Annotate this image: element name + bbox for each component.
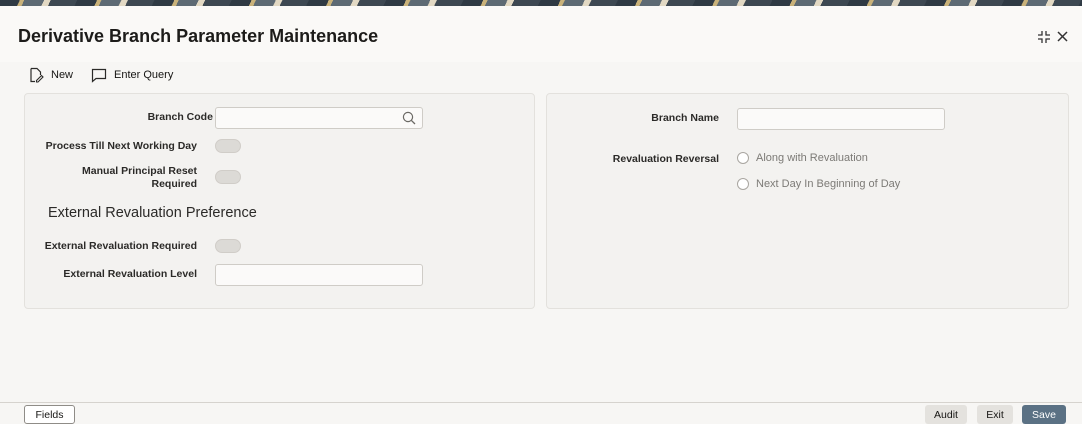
new-label: New [51,69,74,81]
process-till-next-working-day-label: Process Till Next Working Day [45,140,197,152]
main-parameters-panel: Branch Code* Process Till Next Working D… [24,93,535,309]
enter-query-button[interactable]: Enter Query [91,68,173,83]
manual-principal-reset-toggle[interactable] [215,170,241,184]
save-button[interactable]: Save [1022,405,1066,424]
external-revaluation-level-input[interactable] [215,264,423,286]
external-revaluation-required-label: External Revaluation Required [44,240,197,252]
minimize-icon[interactable] [1037,30,1051,47]
close-icon[interactable] [1056,30,1069,46]
radio-button[interactable] [737,178,749,190]
branch-code-input[interactable] [215,107,423,129]
new-document-icon [30,67,44,83]
query-bubble-icon [91,68,107,83]
toolbar: New Enter Query [28,66,173,84]
new-button[interactable]: New [28,67,73,83]
branch-details-panel: Branch Name Revaluation Reversal Along w… [546,93,1069,309]
audit-button[interactable]: Audit [925,405,967,424]
radio-button[interactable] [737,152,749,164]
radio-next-day-beginning-of-day[interactable]: Next Day In Beginning of Day [737,178,900,190]
revaluation-reversal-label: Revaluation Reversal [612,153,719,165]
branch-name-label: Branch Name [651,112,719,124]
window-header: Derivative Branch Parameter Maintenance [0,6,1082,62]
manual-principal-reset-label: Manual Principal Reset Required [82,165,197,190]
search-icon[interactable] [402,111,416,128]
fields-button[interactable]: Fields [24,405,75,424]
process-till-next-working-day-toggle[interactable] [215,139,241,153]
external-revaluation-section-title: External Revaluation Preference [48,205,257,221]
external-revaluation-level-label: External Revaluation Level [63,268,197,280]
page-title: Derivative Branch Parameter Maintenance [18,26,379,46]
collapse-arrows-icon [1038,31,1050,43]
footer-divider [0,402,1082,403]
radio-label: Next Day In Beginning of Day [756,178,901,190]
external-revaluation-required-toggle[interactable] [215,239,241,253]
exit-button[interactable]: Exit [977,405,1013,424]
radio-label: Along with Revaluation [756,152,868,164]
branch-code-label: Branch Code* [148,111,220,124]
branch-name-input[interactable] [737,108,945,130]
radio-along-with-revaluation[interactable]: Along with Revaluation [737,152,868,164]
enter-query-label: Enter Query [114,69,174,81]
